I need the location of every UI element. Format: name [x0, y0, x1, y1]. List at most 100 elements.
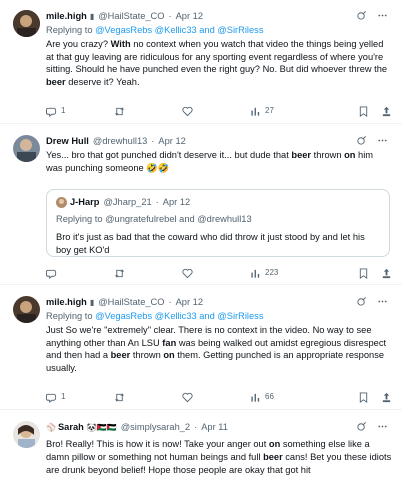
quoted-reply-context: Replying to @ungratefulrebel and @drewhu…	[56, 213, 380, 226]
quoted-handle: @Jharp_21	[103, 196, 152, 207]
grok-icon[interactable]	[356, 421, 367, 432]
reply-icon	[46, 393, 57, 403]
quoted-tweet[interactable]: J-Harp @Jharp_21 · Apr 12 Replying to @u…	[46, 189, 390, 257]
tweet-text: Just So we're "extremely" clear. There i…	[46, 324, 392, 375]
bookmark-icon[interactable]	[358, 105, 369, 117]
quoted-avatar	[56, 196, 67, 208]
heart-icon	[182, 106, 193, 116]
tweet[interactable]: ⚾ Sarah 🐼🇯🇴🇵🇸 @simplysarah_2 · Apr 11 Br…	[0, 411, 402, 504]
heart-icon	[182, 392, 193, 402]
like-button[interactable]	[182, 268, 250, 279]
tweet[interactable]: mile.high ▮ @HailState_CO · Apr 12 Reply…	[0, 0, 402, 124]
text-segment-bold: on	[268, 439, 281, 449]
reply-button[interactable]: 1	[46, 105, 114, 117]
view-count: 27	[265, 106, 274, 116]
views-icon	[251, 393, 260, 402]
tweet[interactable]: Drew Hull @drewhull13 · Apr 12 Yes... br…	[0, 125, 402, 285]
display-name[interactable]: Drew Hull	[46, 135, 89, 148]
timestamp[interactable]: Apr 11	[201, 421, 228, 434]
views-button[interactable]: 223	[250, 267, 312, 278]
share-icon[interactable]	[381, 268, 392, 279]
more-icon[interactable]	[377, 10, 388, 21]
grok-icon[interactable]	[356, 296, 367, 307]
avatar[interactable]	[13, 296, 40, 323]
display-name[interactable]: mile.high	[46, 296, 87, 309]
display-name[interactable]: mile.high	[46, 10, 87, 23]
avatar[interactable]	[13, 135, 40, 162]
retweet-button[interactable]	[114, 106, 182, 117]
quoted-display-name: J-Harp	[70, 196, 100, 207]
reply-mentions[interactable]: @VegasRebs @Kellic33 and @SirRiless	[95, 25, 263, 35]
reply-mentions: @ungratefulrebel and @drewhull13	[105, 214, 252, 224]
retweet-icon	[114, 392, 125, 402]
display-name[interactable]: Sarah	[58, 421, 84, 434]
text-segment: deserve it? Yeah.	[65, 77, 140, 88]
handle[interactable]: @HailState_CO	[98, 10, 164, 23]
more-icon[interactable]	[377, 135, 388, 146]
reply-button[interactable]	[46, 268, 114, 279]
reply-count: 1	[61, 106, 66, 116]
share-icon[interactable]	[381, 392, 392, 403]
grok-icon[interactable]	[356, 10, 367, 21]
reply-prefix: Replying to	[56, 214, 103, 224]
reply-button[interactable]: 1	[46, 391, 114, 403]
reply-icon	[46, 107, 57, 117]
tweet-actions: 223	[46, 266, 392, 280]
reply-prefix: Replying to	[46, 311, 93, 321]
separator-dot: ·	[168, 11, 172, 22]
tweet-header: Drew Hull @drewhull13 · Apr 12	[46, 135, 392, 148]
handle[interactable]: @drewhull13	[93, 135, 147, 148]
avatar[interactable]	[13, 10, 40, 37]
baseball-icon: ⚾	[46, 422, 56, 432]
like-button[interactable]	[182, 106, 250, 117]
text-segment-bold: on	[344, 150, 356, 160]
handle[interactable]: @HailState_CO	[98, 296, 164, 309]
bookmark-icon[interactable]	[358, 391, 369, 403]
more-icon[interactable]	[377, 296, 388, 307]
flag-badge-icon: ▮	[89, 297, 95, 307]
tweet-header: mile.high ▮ @HailState_CO · Apr 12	[46, 10, 392, 23]
tweet-actions: 1 66	[46, 390, 392, 404]
avatar[interactable]	[13, 421, 40, 448]
timestamp[interactable]: Apr 12	[176, 10, 203, 23]
text-segment-bold: beer	[263, 451, 283, 462]
name-emojis: 🐼🇯🇴🇵🇸	[86, 422, 117, 432]
retweet-button[interactable]	[114, 392, 182, 403]
tweet-header: ⚾ Sarah 🐼🇯🇴🇵🇸 @simplysarah_2 · Apr 11	[46, 421, 392, 434]
tweet-actions: 1 27	[46, 104, 392, 118]
text-segment: Yes... bro that got punched didn't deser…	[46, 150, 292, 160]
text-segment-bold: fan	[162, 337, 177, 348]
share-icon[interactable]	[381, 106, 392, 117]
timestamp[interactable]: Apr 12	[176, 296, 203, 309]
text-segment-bold: beer	[291, 150, 312, 160]
text-segment: Bro! Really! This is how it is now! Take…	[46, 439, 269, 449]
separator-dot: ·	[151, 136, 155, 147]
bookmark-icon[interactable]	[358, 267, 369, 279]
quoted-tweet-text: Bro it's just as bad that the coward who…	[56, 231, 365, 255]
views-button[interactable]: 66	[250, 391, 312, 402]
like-button[interactable]	[182, 392, 250, 403]
text-segment: thrown	[311, 150, 345, 160]
view-count: 223	[265, 268, 279, 278]
tweet-header: mile.high ▮ @HailState_CO · Apr 12	[46, 296, 392, 309]
view-count: 66	[265, 392, 274, 402]
more-icon[interactable]	[377, 421, 388, 432]
tweet[interactable]: mile.high ▮ @HailState_CO · Apr 12 Reply…	[0, 286, 402, 410]
views-icon	[251, 269, 260, 278]
handle[interactable]: @simplysarah_2	[121, 421, 190, 434]
views-icon	[251, 107, 260, 116]
reply-mentions[interactable]: @VegasRebs @Kellic33 and @SirRiless	[95, 311, 263, 321]
grok-icon[interactable]	[356, 135, 367, 146]
tweet-text: Bro! Really! This is how it is now! Take…	[46, 438, 392, 476]
heart-icon	[182, 268, 193, 278]
text-segment: Are you crazy?	[46, 38, 111, 49]
separator-dot: ·	[194, 422, 198, 433]
retweet-button[interactable]	[114, 268, 182, 279]
views-button[interactable]: 27	[250, 105, 312, 116]
retweet-icon	[114, 268, 125, 278]
timestamp[interactable]: Apr 12	[158, 135, 185, 148]
reply-context: Replying to @VegasRebs @Kellic33 and @Si…	[46, 24, 392, 37]
flag-badge-icon: ▮	[89, 11, 95, 21]
reply-prefix: Replying to	[46, 25, 93, 35]
text-segment-bold: beer	[110, 350, 131, 361]
